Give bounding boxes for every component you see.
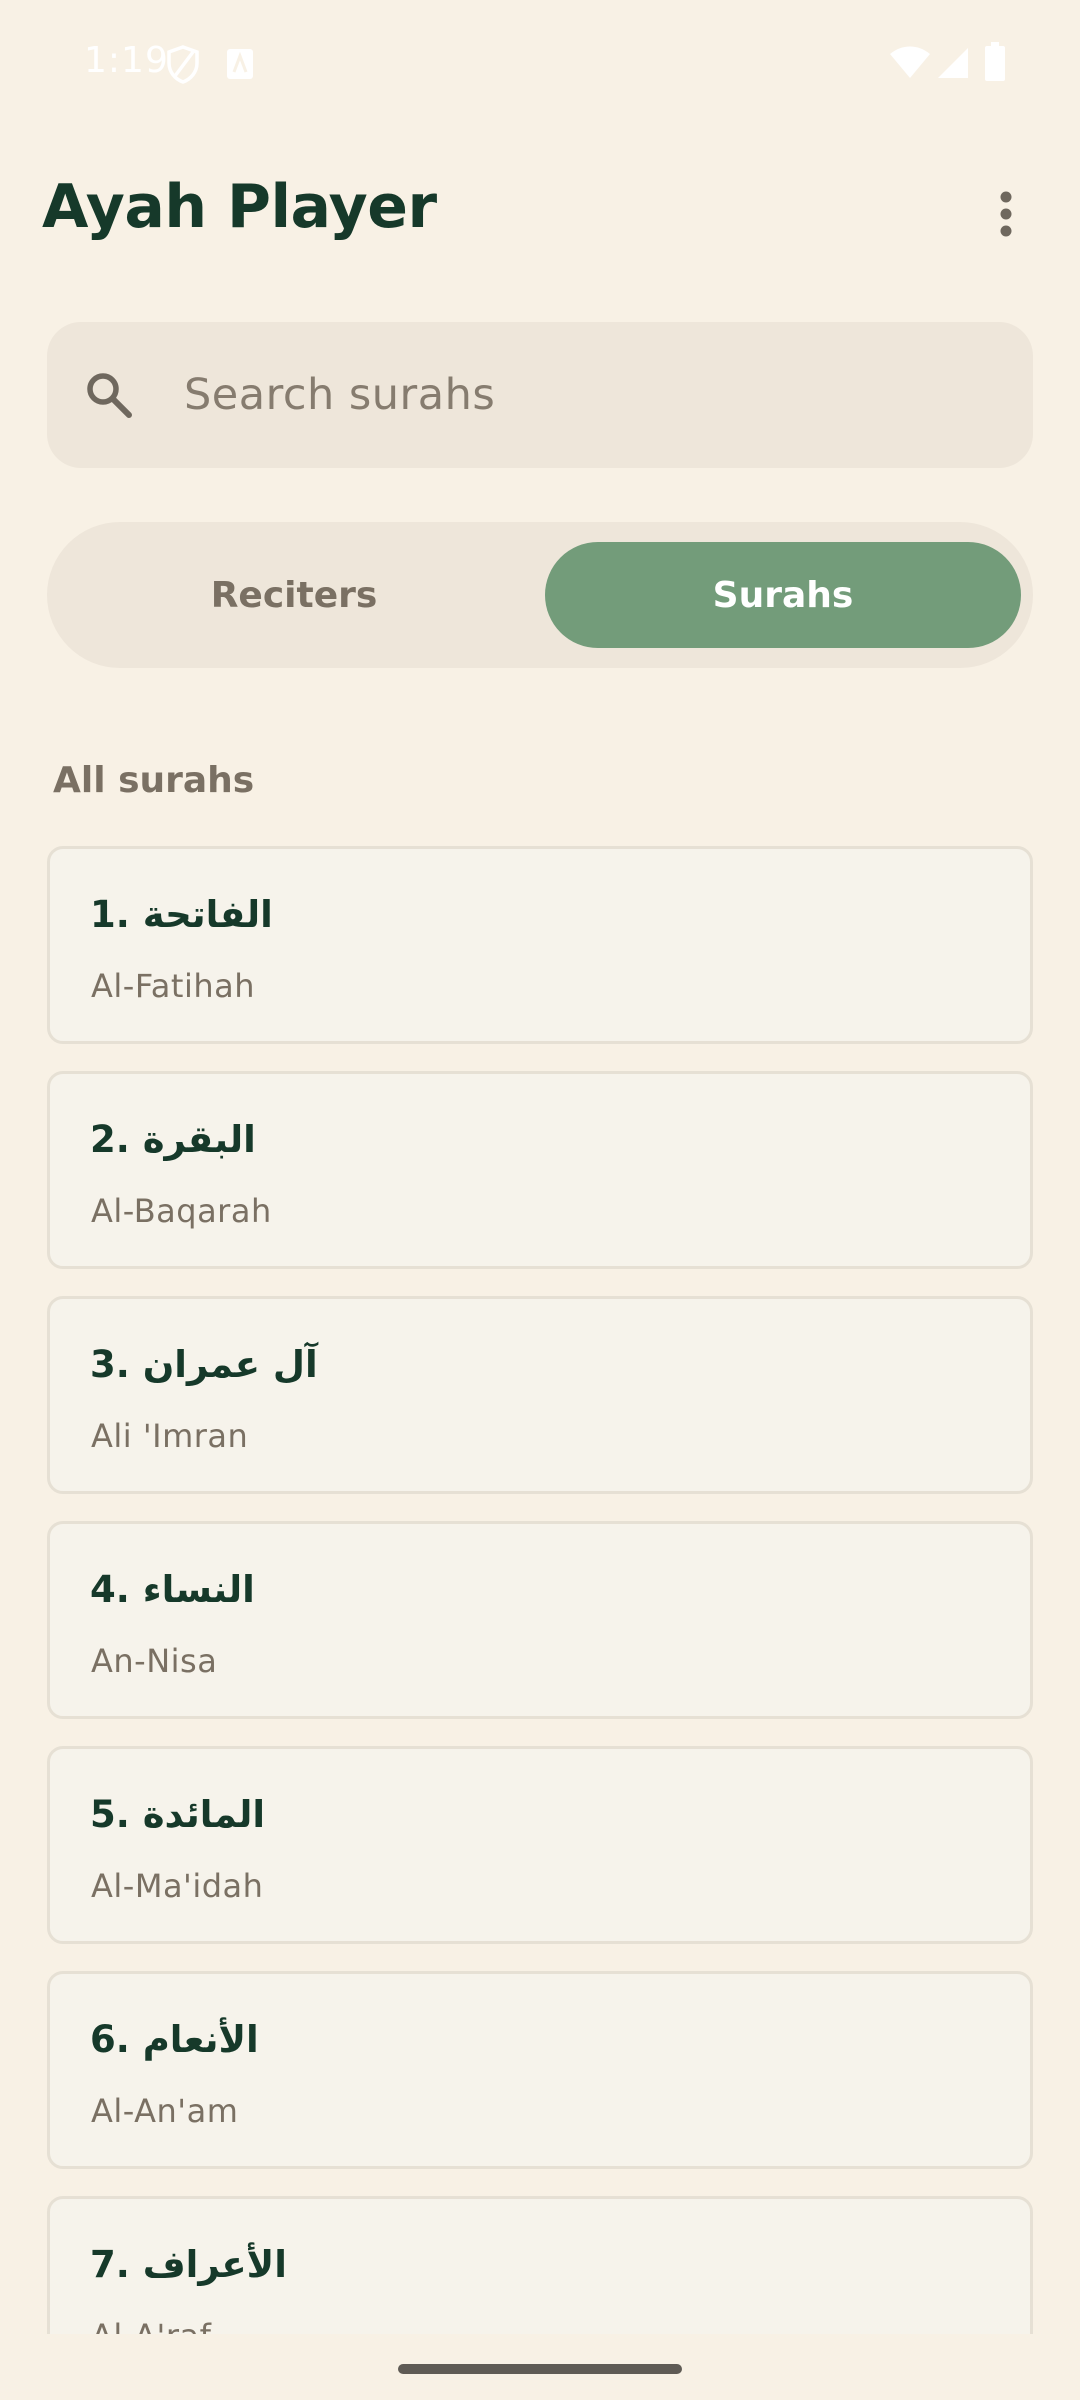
home-indicator[interactable] (398, 2364, 682, 2374)
screen: 1:19 Ayah Player Search surahs Reciters (0, 0, 1080, 2400)
surah-card-5[interactable]: 5. المائدة Al-Ma'idah (47, 1746, 1033, 1944)
surah-name: Al-Baqarah (91, 1192, 272, 1230)
cellular-signal-icon (934, 46, 970, 80)
more-vert-icon (1000, 191, 1012, 241)
app-title: Ayah Player (42, 172, 437, 242)
surah-name: An-Nisa (91, 1642, 218, 1680)
status-time: 1:19 (84, 40, 169, 81)
surah-card-4[interactable]: 4. النساء An-Nisa (47, 1521, 1033, 1719)
surah-card-7[interactable]: 7. الأعراف Al-A'raf (47, 2196, 1033, 2334)
more-options-button[interactable] (966, 176, 1046, 256)
surah-name: Al-Ma'idah (91, 1867, 264, 1905)
surah-title: 5. المائدة (90, 1793, 266, 1836)
surah-name: Ali 'Imran (91, 1417, 249, 1455)
tab-group: Reciters Surahs (47, 522, 1033, 668)
section-label: All surahs (53, 760, 255, 801)
search-icon (84, 370, 134, 424)
search-placeholder: Search surahs (184, 370, 496, 420)
wifi-icon (888, 44, 932, 80)
surah-name: Al-Fatihah (91, 967, 256, 1005)
tab-reciters-label: Reciters (210, 574, 378, 616)
surah-name: Al-A'raf (91, 2317, 211, 2334)
tab-reciters[interactable]: Reciters (59, 542, 529, 648)
surah-card-3[interactable]: 3. آل عمران Ali 'Imran (47, 1296, 1033, 1494)
surah-title: 4. النساء (90, 1568, 255, 1611)
surah-name: Al-An'am (91, 2092, 239, 2130)
surah-title: 7. الأعراف (90, 2243, 287, 2286)
surah-list[interactable]: 1. الفاتحة Al-Fatihah 2. البقرة Al-Baqar… (0, 840, 1080, 2334)
surah-title: 3. آل عمران (90, 1343, 318, 1386)
surah-title: 2. البقرة (90, 1118, 256, 1161)
text-badge-icon (226, 48, 254, 80)
battery-icon (984, 42, 1006, 82)
surah-card-6[interactable]: 6. الأنعام Al-An'am (47, 1971, 1033, 2169)
tab-surahs-label: Surahs (712, 574, 854, 616)
status-bar: 1:19 (0, 0, 1080, 128)
surah-title: 1. الفاتحة (90, 893, 273, 936)
surah-card-2[interactable]: 2. البقرة Al-Baqarah (47, 1071, 1033, 1269)
tab-surahs[interactable]: Surahs (545, 542, 1021, 648)
surah-title: 6. الأنعام (90, 2018, 259, 2061)
shield-icon (166, 44, 200, 84)
surah-card-1[interactable]: 1. الفاتحة Al-Fatihah (47, 846, 1033, 1044)
